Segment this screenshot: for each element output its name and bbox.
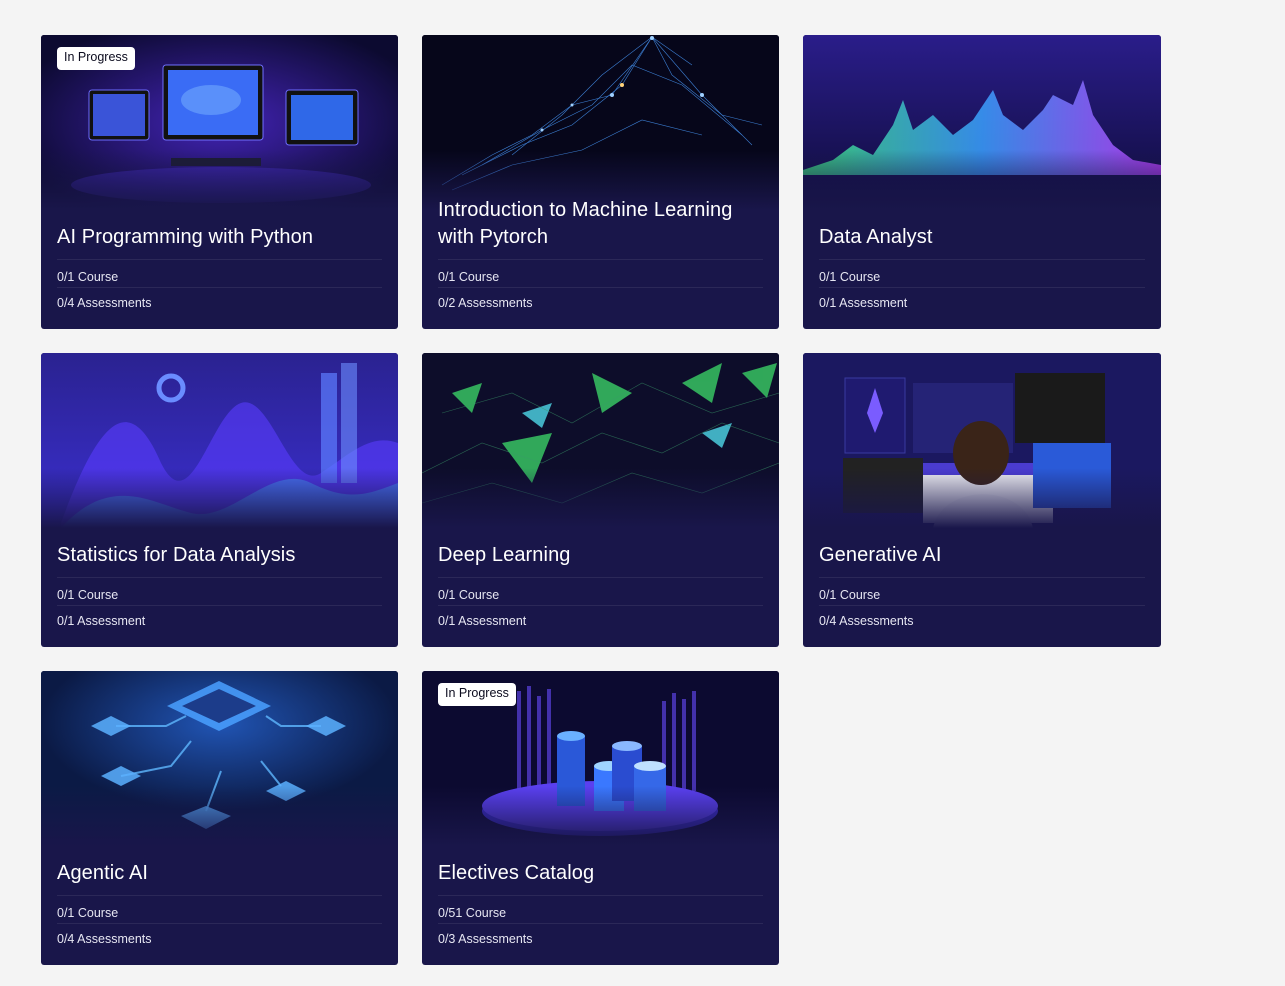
divider (438, 259, 763, 260)
divider (438, 577, 763, 578)
divider (438, 895, 763, 896)
card-title: Agentic AI (57, 862, 149, 884)
divider (438, 287, 763, 288)
course-progress: 0/51 Course (438, 906, 507, 920)
assessment-progress: 0/2 Assessments (438, 296, 533, 310)
assessment-progress: 0/1 Assessment (438, 614, 527, 628)
status-badge: In Progress (438, 683, 516, 706)
assessment-progress: 0/1 Assessment (57, 614, 146, 628)
divider (57, 895, 382, 896)
card-title: Deep Learning (438, 544, 571, 566)
card-title: AI Programming with Python (57, 226, 314, 248)
assessment-progress: 0/4 Assessments (57, 932, 152, 946)
divider (57, 923, 382, 924)
divider (819, 577, 1145, 578)
program-card[interactable]: Data Analyst 0/1 Course 0/1 Assessment (803, 35, 1161, 329)
program-card[interactable]: Deep Learning 0/1 Course 0/1 Assessment (422, 353, 779, 647)
card-title: Data Analyst (819, 226, 933, 248)
divider (57, 259, 382, 260)
course-progress: 0/1 Course (438, 270, 500, 284)
card-title: Generative AI (819, 544, 942, 566)
program-card[interactable]: Statistics for Data Analysis 0/1 Course … (41, 353, 398, 647)
divider (57, 577, 382, 578)
program-grid: In Progress AI Programming with Python 0… (41, 35, 1161, 965)
divider (57, 287, 382, 288)
chip-network-image (41, 671, 398, 846)
card-title: Introduction to Machine Learning with Py… (438, 199, 733, 248)
divider (438, 923, 763, 924)
card-title: Statistics for Data Analysis (57, 544, 296, 566)
course-progress: 0/1 Course (819, 270, 881, 284)
program-card[interactable]: Generative AI 0/1 Course 0/4 Assessments (803, 353, 1161, 647)
course-progress: 0/1 Course (819, 588, 881, 602)
polygon-network-image (422, 353, 779, 528)
program-card[interactable]: Agentic AI 0/1 Course 0/4 Assessments (41, 671, 398, 965)
divider (819, 605, 1145, 606)
assessment-progress: 0/4 Assessments (57, 296, 152, 310)
divider (438, 605, 763, 606)
course-progress: 0/1 Course (57, 270, 119, 284)
assessment-progress: 0/1 Assessment (819, 296, 908, 310)
program-card[interactable]: In Progress Electives Catalog 0/51 Cours… (422, 671, 779, 965)
card-title: Electives Catalog (438, 862, 595, 884)
waveform-chart-image (803, 35, 1161, 210)
statistics-chart-image (41, 353, 398, 528)
assessment-progress: 0/3 Assessments (438, 932, 533, 946)
status-badge: In Progress (57, 47, 135, 70)
person-at-screens-image (803, 353, 1161, 528)
divider (819, 259, 1145, 260)
course-progress: 0/1 Course (438, 588, 500, 602)
assessment-progress: 0/4 Assessments (819, 614, 914, 628)
program-card[interactable]: In Progress AI Programming with Python 0… (41, 35, 398, 329)
network-mesh-image (422, 35, 779, 210)
divider (819, 287, 1145, 288)
divider (57, 605, 382, 606)
course-progress: 0/1 Course (57, 906, 119, 920)
program-card[interactable]: Introduction to Machine Learning with Py… (422, 35, 779, 329)
course-progress: 0/1 Course (57, 588, 119, 602)
